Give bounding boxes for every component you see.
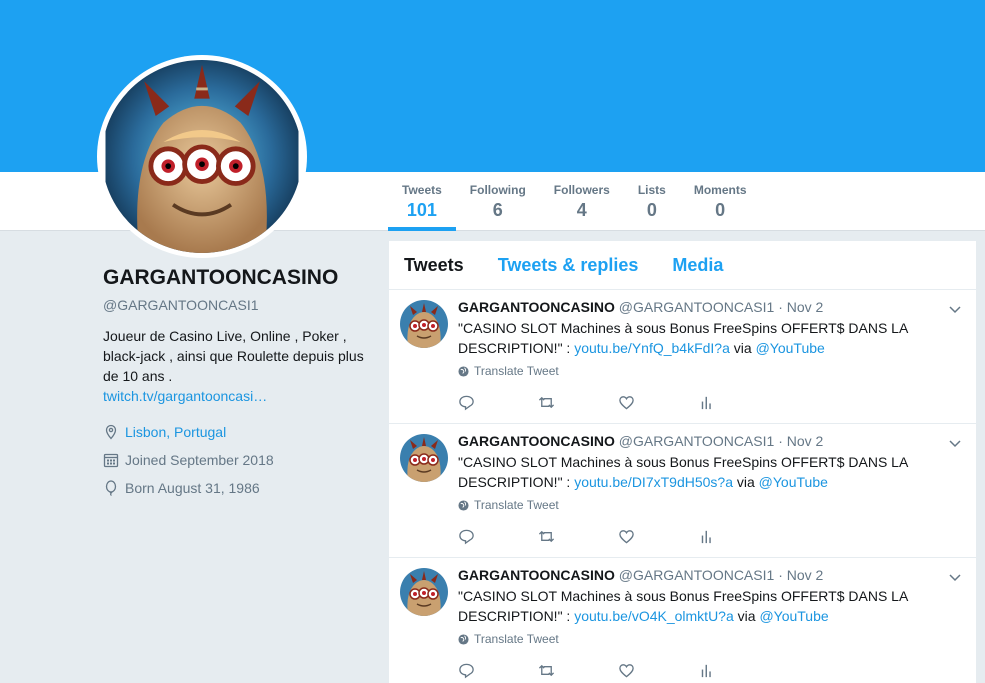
profile-name[interactable]: GARGANTOONCASINO bbox=[103, 266, 373, 290]
chevron-down-icon[interactable] bbox=[948, 436, 962, 450]
tweet-actions bbox=[458, 393, 964, 411]
stat-label: Lists bbox=[637, 183, 666, 197]
timeline: Tweets Tweets & replies Media GARGANTOON… bbox=[389, 241, 976, 683]
tweet-author-name[interactable]: GARGANTOONCASINO bbox=[458, 299, 615, 315]
profile-joined: Joined September 2018 bbox=[103, 446, 373, 474]
timeline-tabs: Tweets Tweets & replies Media bbox=[389, 241, 976, 290]
tweet-mention[interactable]: @YouTube bbox=[756, 340, 825, 356]
globe-icon bbox=[458, 633, 469, 645]
calendar-icon bbox=[103, 452, 119, 468]
retweet-icon[interactable] bbox=[538, 527, 618, 545]
tweet-avatar[interactable] bbox=[400, 300, 448, 348]
globe-icon bbox=[458, 499, 469, 511]
location-text[interactable]: Lisbon, Portugal bbox=[125, 424, 226, 440]
tweet-text: "CASINO SLOT Machines à sous Bonus FreeS… bbox=[458, 586, 928, 626]
stat-lists[interactable]: Lists 0 bbox=[624, 172, 680, 231]
like-icon[interactable] bbox=[618, 393, 698, 411]
tweet-author-handle[interactable]: @GARGANTOONCASI1 bbox=[619, 299, 775, 315]
profile-avatar[interactable] bbox=[97, 55, 307, 258]
tweet-link[interactable]: youtu.be/DI7xT9dH50s?a bbox=[574, 474, 733, 490]
joined-text: Joined September 2018 bbox=[125, 452, 274, 468]
tweet-date[interactable]: Nov 2 bbox=[787, 433, 824, 449]
like-icon[interactable] bbox=[618, 527, 698, 545]
tweet-header: GARGANTOONCASINO @GARGANTOONCASI1 · Nov … bbox=[458, 432, 964, 450]
tab-tweets-replies[interactable]: Tweets & replies bbox=[498, 255, 639, 276]
stat-label: Followers bbox=[553, 183, 610, 197]
tweet-author-name[interactable]: GARGANTOONCASINO bbox=[458, 433, 615, 449]
tweet-text: "CASINO SLOT Machines à sous Bonus FreeS… bbox=[458, 452, 928, 492]
chevron-down-icon[interactable] bbox=[948, 302, 962, 316]
analytics-icon[interactable] bbox=[698, 393, 778, 411]
tweet-mention[interactable]: @YouTube bbox=[759, 474, 828, 490]
profile-born: Born August 31, 1986 bbox=[103, 474, 373, 502]
tweet-header: GARGANTOONCASINO @GARGANTOONCASI1 · Nov … bbox=[458, 298, 964, 316]
born-text: Born August 31, 1986 bbox=[125, 480, 260, 496]
analytics-icon[interactable] bbox=[698, 661, 778, 679]
stat-value: 0 bbox=[715, 200, 726, 220]
translate-tweet[interactable]: Translate Tweet bbox=[458, 632, 964, 646]
tweet-separator: · bbox=[778, 567, 783, 583]
stat-label: Moments bbox=[693, 183, 747, 197]
stat-value: 0 bbox=[646, 200, 657, 220]
stat-value: 4 bbox=[576, 200, 587, 220]
translate-label: Translate Tweet bbox=[474, 498, 559, 512]
analytics-icon[interactable] bbox=[698, 527, 778, 545]
stat-label: Following bbox=[469, 183, 526, 197]
tweet-link[interactable]: youtu.be/YnfQ_b4kFdI?a bbox=[574, 340, 730, 356]
chevron-down-icon[interactable] bbox=[948, 570, 962, 584]
stat-value: 6 bbox=[492, 200, 503, 220]
tweet-date[interactable]: Nov 2 bbox=[787, 567, 824, 583]
reply-icon[interactable] bbox=[458, 393, 538, 411]
profile-location: Lisbon, Portugal bbox=[103, 418, 373, 446]
tweet-actions bbox=[458, 527, 964, 545]
tweet-actions bbox=[458, 661, 964, 679]
retweet-icon[interactable] bbox=[538, 393, 618, 411]
tweet-mention[interactable]: @YouTube bbox=[759, 608, 828, 624]
stat-value: 101 bbox=[406, 200, 437, 220]
profile-bio: Joueur de Casino Live, Online , Poker , … bbox=[103, 328, 364, 384]
profile-stats-nav: Tweets 101 Following 6 Followers 4 Lists… bbox=[388, 172, 761, 231]
profile-website-link[interactable]: twitch.tv/gargantooncasi… bbox=[103, 386, 373, 406]
tweet-header: GARGANTOONCASINO @GARGANTOONCASI1 · Nov … bbox=[458, 566, 964, 584]
tweet-date[interactable]: Nov 2 bbox=[787, 299, 824, 315]
translate-tweet[interactable]: Translate Tweet bbox=[458, 498, 964, 512]
translate-label: Translate Tweet bbox=[474, 632, 559, 646]
tweet-avatar[interactable] bbox=[400, 568, 448, 616]
tweet-text: "CASINO SLOT Machines à sous Bonus FreeS… bbox=[458, 318, 928, 358]
tweet-via: via bbox=[729, 340, 756, 356]
tweet-author-handle[interactable]: @GARGANTOONCASI1 bbox=[619, 433, 775, 449]
tweet[interactable]: GARGANTOONCASINO @GARGANTOONCASI1 · Nov … bbox=[389, 558, 976, 683]
stat-following[interactable]: Following 6 bbox=[456, 172, 540, 231]
globe-icon bbox=[458, 365, 469, 377]
tweet-avatar[interactable] bbox=[400, 434, 448, 482]
tweet[interactable]: GARGANTOONCASINO @GARGANTOONCASI1 · Nov … bbox=[389, 424, 976, 558]
balloon-icon bbox=[103, 480, 119, 496]
stat-moments[interactable]: Moments 0 bbox=[680, 172, 761, 231]
stat-label: Tweets bbox=[402, 183, 442, 197]
tweet-author-name[interactable]: GARGANTOONCASINO bbox=[458, 567, 615, 583]
tweet-separator: · bbox=[778, 299, 783, 315]
tab-media[interactable]: Media bbox=[672, 255, 723, 276]
profile-meta: Lisbon, Portugal Joined September 2018 B… bbox=[103, 418, 373, 502]
profile-sidebar: GARGANTOONCASINO @GARGANTOONCASI1 Joueur… bbox=[103, 266, 373, 502]
translate-tweet[interactable]: Translate Tweet bbox=[458, 364, 964, 378]
tweet[interactable]: GARGANTOONCASINO @GARGANTOONCASI1 · Nov … bbox=[389, 290, 976, 424]
location-pin-icon bbox=[103, 424, 119, 440]
tweet-link[interactable]: youtu.be/vO4K_olmktU?a bbox=[574, 608, 734, 624]
translate-label: Translate Tweet bbox=[474, 364, 559, 378]
stat-tweets[interactable]: Tweets 101 bbox=[388, 172, 456, 231]
profile-handle[interactable]: @GARGANTOONCASI1 bbox=[103, 297, 373, 313]
tab-tweets[interactable]: Tweets bbox=[404, 255, 464, 276]
tweet-via: via bbox=[733, 608, 760, 624]
tweet-separator: · bbox=[778, 433, 783, 449]
tweet-author-handle[interactable]: @GARGANTOONCASI1 bbox=[619, 567, 775, 583]
reply-icon[interactable] bbox=[458, 661, 538, 679]
like-icon[interactable] bbox=[618, 661, 698, 679]
reply-icon[interactable] bbox=[458, 527, 538, 545]
retweet-icon[interactable] bbox=[538, 661, 618, 679]
stat-followers[interactable]: Followers 4 bbox=[540, 172, 624, 231]
tweet-via: via bbox=[732, 474, 759, 490]
